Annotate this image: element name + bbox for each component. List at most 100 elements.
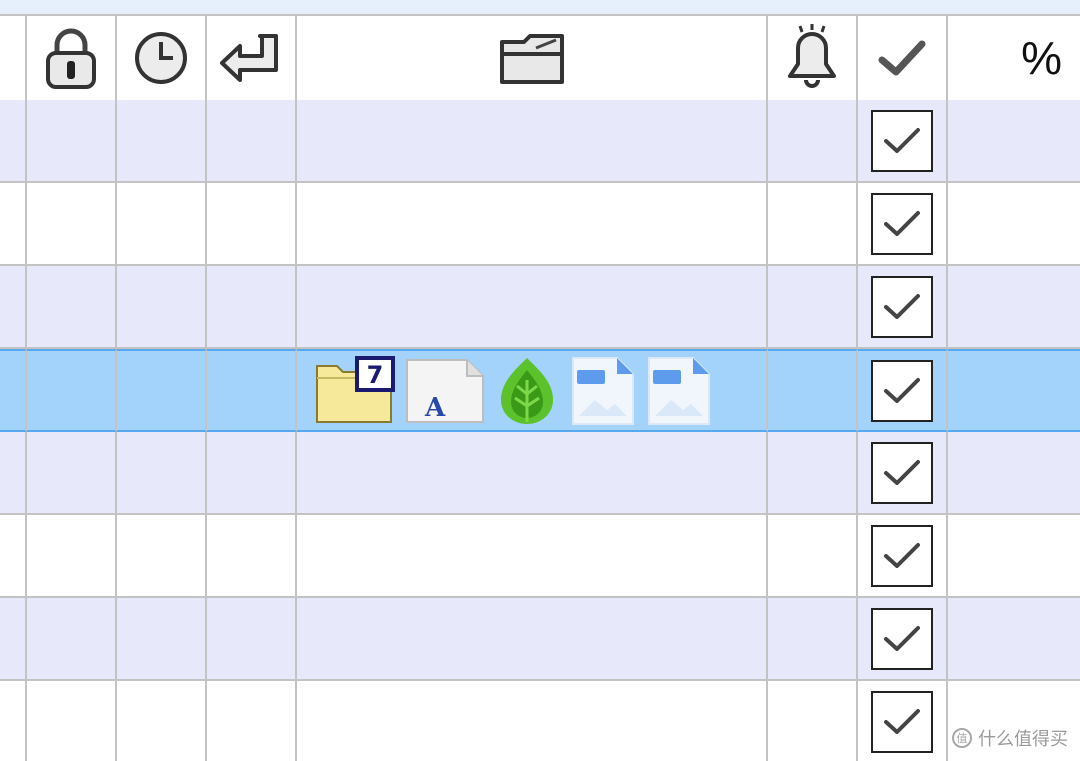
- cell-return[interactable]: [207, 100, 297, 183]
- cell-lock[interactable]: [27, 681, 117, 761]
- row-edge: [0, 266, 27, 349]
- cell-alarm[interactable]: [768, 515, 858, 598]
- cell-files[interactable]: [297, 515, 768, 598]
- cell-alarm[interactable]: [768, 432, 858, 515]
- image-file-icon[interactable]: [569, 356, 635, 426]
- done-checkbox[interactable]: [871, 192, 933, 255]
- done-checkbox[interactable]: [871, 109, 933, 172]
- cell-done: [858, 100, 948, 183]
- check-mark-icon: [884, 127, 920, 153]
- cell-percent[interactable]: [948, 266, 1080, 349]
- header-col-alarm[interactable]: [768, 16, 858, 100]
- cell-files[interactable]: [297, 681, 768, 761]
- cell-lock[interactable]: [27, 266, 117, 349]
- task-table: % 7 A: [0, 16, 1080, 761]
- cell-clock[interactable]: [117, 432, 207, 515]
- cell-percent[interactable]: [948, 432, 1080, 515]
- done-checkbox[interactable]: [871, 359, 933, 422]
- cell-return[interactable]: [207, 432, 297, 515]
- row-edge: [0, 100, 27, 183]
- check-mark-icon: [884, 293, 920, 319]
- check-mark-icon: [884, 542, 920, 568]
- cell-files[interactable]: [297, 266, 768, 349]
- header-col-folder[interactable]: [297, 16, 768, 100]
- cell-done: [858, 598, 948, 681]
- done-checkbox[interactable]: [871, 607, 933, 670]
- cell-percent[interactable]: [948, 349, 1080, 432]
- header-col-done[interactable]: [858, 16, 948, 100]
- row-edge: [0, 681, 27, 761]
- lock-icon: [46, 28, 96, 89]
- cell-return[interactable]: [207, 598, 297, 681]
- cell-files[interactable]: [297, 183, 768, 266]
- header-col-edge: [0, 16, 27, 100]
- top-strip: [0, 0, 1080, 16]
- cell-files[interactable]: 7 A: [297, 349, 768, 432]
- row-edge: [0, 349, 27, 432]
- done-checkbox[interactable]: [871, 690, 933, 753]
- cell-lock[interactable]: [27, 100, 117, 183]
- row-edge: [0, 515, 27, 598]
- cell-return[interactable]: [207, 266, 297, 349]
- cell-clock[interactable]: [117, 515, 207, 598]
- watermark: 值 什么值得买: [952, 725, 1068, 751]
- cell-lock[interactable]: [27, 432, 117, 515]
- cell-alarm[interactable]: [768, 681, 858, 761]
- cell-done: [858, 681, 948, 761]
- cell-clock[interactable]: [117, 100, 207, 183]
- cell-lock[interactable]: [27, 598, 117, 681]
- cell-return[interactable]: [207, 515, 297, 598]
- cell-clock[interactable]: [117, 681, 207, 761]
- cell-alarm[interactable]: [768, 598, 858, 681]
- watermark-logo: 值: [952, 728, 972, 748]
- check-mark-icon: [884, 377, 920, 403]
- cell-clock[interactable]: [117, 598, 207, 681]
- cell-done: [858, 266, 948, 349]
- return-arrow-icon: [220, 34, 278, 82]
- cell-done: [858, 183, 948, 266]
- bell-icon: [788, 24, 836, 88]
- check-mark-icon: [884, 210, 920, 236]
- svg-text:A: A: [424, 393, 446, 423]
- font-file-icon[interactable]: A: [405, 358, 485, 424]
- header-col-lock[interactable]: [27, 16, 117, 100]
- cell-done: [858, 432, 948, 515]
- checkmark-icon: [878, 40, 926, 76]
- header-col-percent[interactable]: %: [948, 16, 1080, 100]
- header-col-return[interactable]: [207, 16, 297, 100]
- done-checkbox[interactable]: [871, 275, 933, 338]
- cell-done: [858, 515, 948, 598]
- image-file-icon[interactable]: [645, 356, 711, 426]
- cell-alarm[interactable]: [768, 266, 858, 349]
- check-mark-icon: [884, 708, 920, 734]
- header-col-clock[interactable]: [117, 16, 207, 100]
- row-edge: [0, 598, 27, 681]
- cell-clock[interactable]: [117, 266, 207, 349]
- done-checkbox[interactable]: [871, 524, 933, 587]
- cell-percent[interactable]: [948, 598, 1080, 681]
- cell-return[interactable]: [207, 183, 297, 266]
- cell-alarm[interactable]: [768, 100, 858, 183]
- row-edge: [0, 432, 27, 515]
- done-checkbox[interactable]: [871, 441, 933, 504]
- cell-percent[interactable]: [948, 183, 1080, 266]
- cell-alarm[interactable]: [768, 349, 858, 432]
- row-edge: [0, 183, 27, 266]
- cell-files[interactable]: [297, 432, 768, 515]
- cell-percent[interactable]: [948, 100, 1080, 183]
- folder-7-icon[interactable]: 7: [315, 355, 395, 426]
- cell-files[interactable]: [297, 100, 768, 183]
- cell-return[interactable]: [207, 681, 297, 761]
- cell-lock[interactable]: [27, 349, 117, 432]
- cell-lock[interactable]: [27, 183, 117, 266]
- cell-alarm[interactable]: [768, 183, 858, 266]
- cell-lock[interactable]: [27, 515, 117, 598]
- green-leaf-icon[interactable]: [495, 356, 559, 426]
- cell-return[interactable]: [207, 349, 297, 432]
- cell-files[interactable]: [297, 598, 768, 681]
- cell-percent[interactable]: [948, 515, 1080, 598]
- cell-clock[interactable]: [117, 183, 207, 266]
- check-mark-icon: [884, 625, 920, 651]
- cell-clock[interactable]: [117, 349, 207, 432]
- watermark-text: 什么值得买: [978, 729, 1068, 749]
